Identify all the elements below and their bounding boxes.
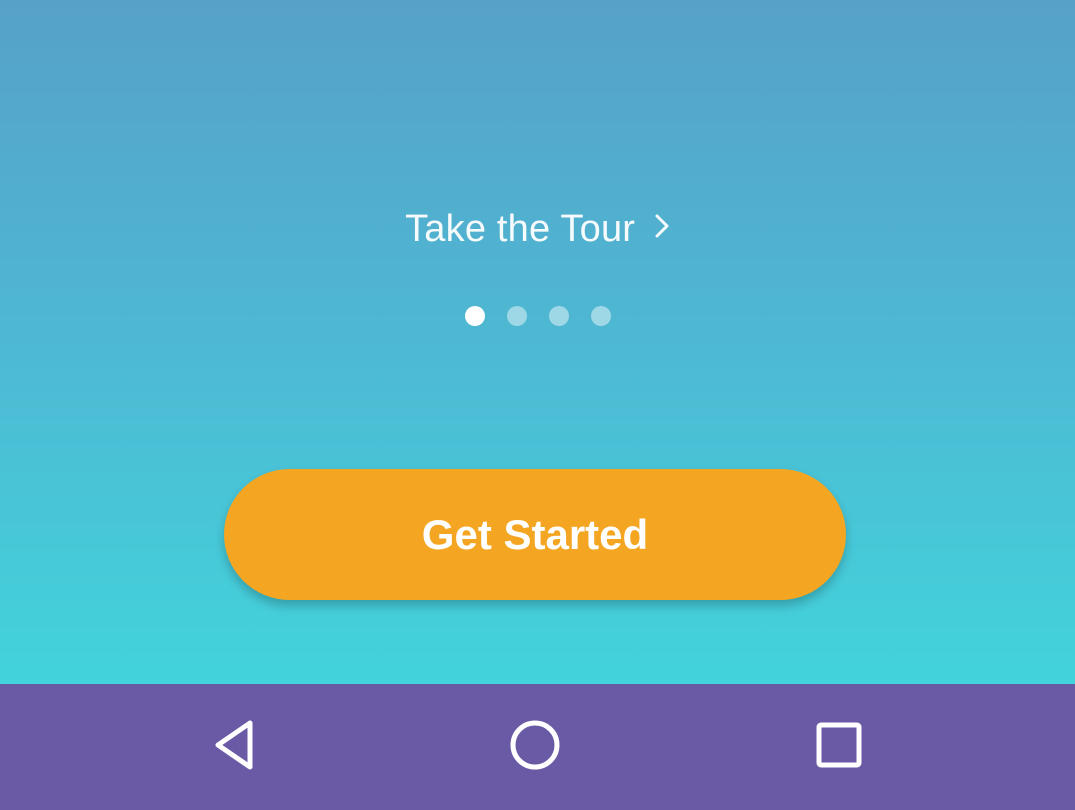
take-tour-link[interactable]: Take the Tour: [0, 208, 1075, 251]
page-dot-1-active: [464, 306, 485, 326]
recents-square-icon: [814, 720, 864, 775]
onboarding-content: Take the Tour Get Started: [0, 0, 1075, 684]
onboarding-screen: Take the Tour Get Started: [0, 0, 1075, 810]
take-tour-label: Take the Tour: [405, 208, 636, 250]
page-dot-3: [548, 306, 569, 326]
home-circle-icon: [507, 717, 563, 778]
page-dot-2: [506, 306, 527, 326]
get-started-label: Get Started: [421, 510, 649, 558]
back-button[interactable]: [197, 710, 271, 784]
system-navigation-bar: [0, 684, 1075, 810]
get-started-button[interactable]: Get Started: [224, 469, 846, 600]
chevron-right-icon: [654, 207, 670, 250]
recents-button[interactable]: [802, 710, 876, 784]
page-indicator: [0, 306, 1075, 326]
back-triangle-icon: [208, 717, 260, 778]
home-button[interactable]: [498, 710, 572, 784]
page-dot-4: [590, 306, 611, 326]
